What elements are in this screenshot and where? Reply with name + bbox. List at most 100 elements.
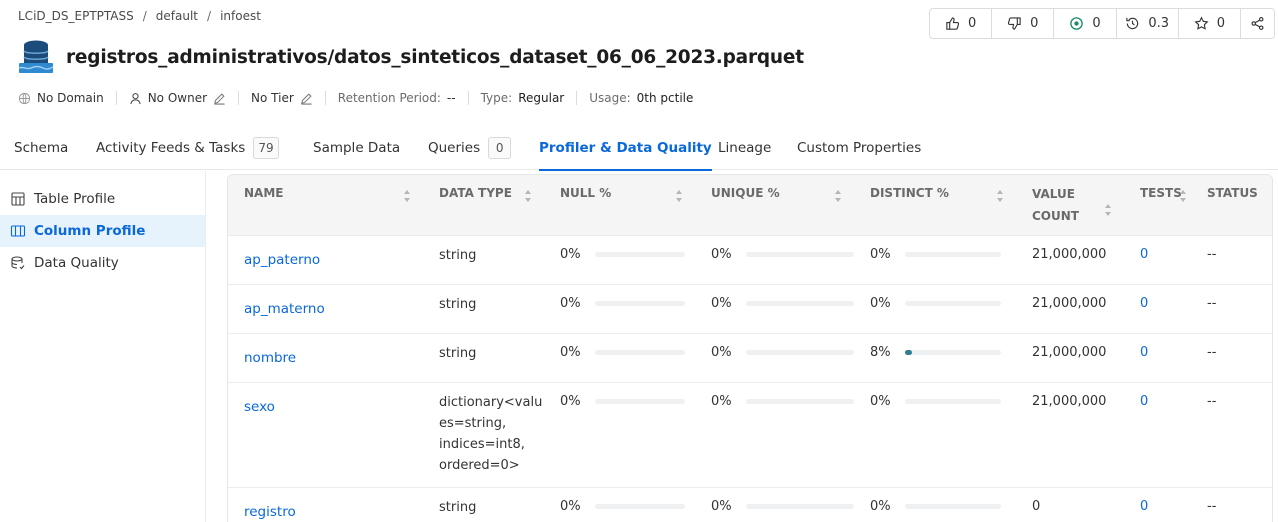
- usage-value: 0th pctile: [636, 91, 694, 105]
- thumbs-down-icon: [1008, 17, 1021, 30]
- status-cell: --: [1195, 381, 1272, 487]
- tab-label: Profiler & Data Quality: [539, 139, 712, 156]
- table-type: Type: Regular: [481, 91, 565, 105]
- column-name-link[interactable]: registro: [244, 504, 296, 520]
- status-cell: --: [1195, 234, 1272, 284]
- sort-icon[interactable]: [1104, 203, 1112, 217]
- tests-cell: 0: [1124, 486, 1195, 522]
- tier-selector[interactable]: No Tier: [251, 91, 313, 105]
- sidebar-item-data-quality[interactable]: Data Quality: [0, 247, 205, 279]
- null-percent: 0%: [560, 498, 581, 514]
- tests-count-link[interactable]: 0: [1140, 247, 1148, 262]
- share-icon: [1251, 17, 1264, 30]
- breadcrumb-separator: /: [142, 9, 147, 23]
- column-header-distinct[interactable]: DISTINCT %: [854, 175, 1016, 235]
- edit-owner-icon[interactable]: [213, 92, 226, 105]
- value-count-cell: 0: [1016, 486, 1124, 522]
- sidebar-item-label: Table Profile: [34, 191, 116, 207]
- sidebar-item-column-profile[interactable]: Column Profile: [0, 215, 205, 247]
- unique-cell: 0%: [695, 486, 854, 522]
- share-button[interactable]: [1241, 9, 1274, 38]
- sort-icon[interactable]: [403, 189, 411, 203]
- star-button[interactable]: 0: [1179, 9, 1242, 38]
- sort-icon[interactable]: [1179, 189, 1187, 203]
- divider: [324, 91, 326, 105]
- data-type-value: string: [439, 296, 477, 312]
- tests-cell: 0: [1124, 234, 1195, 284]
- tab-label: Lineage: [718, 139, 772, 156]
- dislike-button[interactable]: 0: [992, 9, 1055, 38]
- edit-tier-icon[interactable]: [300, 92, 313, 105]
- tests-count-link[interactable]: 0: [1140, 345, 1148, 360]
- sort-icon[interactable]: [524, 189, 532, 203]
- tab-label: Schema: [14, 139, 69, 156]
- domain-label: No Domain: [37, 91, 104, 105]
- history-icon: [1126, 17, 1139, 30]
- tab-schema[interactable]: Schema: [14, 125, 68, 170]
- divider: [238, 91, 240, 105]
- unique-progress-bar: [745, 398, 854, 404]
- null-percent: 0%: [560, 393, 581, 409]
- table-row: ap_paterno string 0% 0% 0% 21,000,000 0 …: [228, 234, 1272, 284]
- entity-actions: 0 0 0 0.3 0: [929, 8, 1275, 39]
- column-name-link[interactable]: ap_materno: [244, 301, 325, 317]
- divider: [576, 91, 578, 105]
- column-header-data-type[interactable]: DATA TYPE: [423, 175, 544, 235]
- tab-profiler-data-quality[interactable]: Profiler & Data Quality: [539, 125, 712, 171]
- distinct-cell: 0%: [854, 381, 1016, 487]
- column-header-value-count[interactable]: VALUE COUNT: [1016, 175, 1124, 235]
- sort-icon[interactable]: [996, 189, 1004, 203]
- distinct-progress-bar: [904, 349, 1001, 355]
- entity-meta: No Domain No Owner No Tier Retention Per…: [18, 91, 693, 105]
- tab-count-badge: 79: [253, 136, 279, 159]
- unique-progress-bar: [745, 300, 854, 306]
- column-name-link[interactable]: ap_paterno: [244, 252, 320, 268]
- column-header-unique[interactable]: UNIQUE %: [695, 175, 854, 235]
- null-cell: 0%: [544, 486, 695, 522]
- sidebar-item-table-profile[interactable]: Table Profile: [0, 183, 205, 215]
- column-header-status: STATUS: [1195, 175, 1272, 235]
- column-name-cell: ap_materno: [228, 283, 423, 333]
- column-header-name[interactable]: NAME: [228, 175, 423, 235]
- column-header-null[interactable]: NULL %: [544, 175, 695, 235]
- domain-icon: [18, 92, 31, 104]
- null-percent: 0%: [560, 344, 581, 360]
- column-name-link[interactable]: nombre: [244, 350, 296, 366]
- tests-count-link[interactable]: 0: [1140, 499, 1148, 514]
- value-count: 21,000,000: [1032, 246, 1107, 262]
- sort-icon[interactable]: [675, 189, 683, 203]
- data-type-cell: string: [423, 283, 544, 333]
- type-label: Type:: [480, 91, 513, 105]
- table-row: sexo dictionary<values=string, indices=i…: [228, 381, 1272, 487]
- null-cell: 0%: [544, 332, 695, 382]
- distinct-cell: 0%: [854, 234, 1016, 284]
- tab-activity-feeds[interactable]: Activity Feeds & Tasks 79: [96, 125, 279, 170]
- column-header-tests[interactable]: TESTS: [1124, 175, 1195, 235]
- tab-label: Activity Feeds & Tasks: [96, 139, 246, 156]
- status-value: --: [1207, 246, 1217, 262]
- tests-count-link[interactable]: 0: [1140, 296, 1148, 311]
- breadcrumb-item[interactable]: infoest: [220, 9, 261, 23]
- page-title: registros_administrativos/datos_sintetic…: [66, 47, 804, 68]
- version-button[interactable]: 0.3: [1117, 9, 1179, 38]
- owner-selector[interactable]: No Owner: [129, 91, 226, 105]
- unique-percent: 0%: [711, 246, 732, 262]
- follow-button[interactable]: 0: [1054, 9, 1117, 38]
- tab-custom-properties[interactable]: Custom Properties: [797, 125, 921, 170]
- tab-sample-data[interactable]: Sample Data: [313, 125, 400, 170]
- data-type-value: string: [439, 499, 477, 515]
- breadcrumb-item[interactable]: default: [156, 9, 198, 23]
- distinct-cell: 0%: [854, 283, 1016, 333]
- tests-count-link[interactable]: 0: [1140, 394, 1148, 409]
- table-header-row: NAME DATA TYPE NULL % UNIQUE % DISTINCT …: [228, 175, 1272, 235]
- column-name-link[interactable]: sexo: [244, 399, 275, 415]
- sort-icon[interactable]: [834, 189, 842, 203]
- tab-bar: Schema Activity Feeds & Tasks 79 Sample D…: [0, 125, 1278, 171]
- domain-selector[interactable]: No Domain: [18, 91, 104, 105]
- tab-lineage[interactable]: Lineage: [718, 125, 771, 170]
- like-button[interactable]: 0: [930, 9, 993, 38]
- breadcrumb-item[interactable]: LCiD_DS_EPTPTASS: [18, 9, 134, 23]
- distinct-cell: 0%: [854, 486, 1016, 522]
- tab-queries[interactable]: Queries 0: [428, 125, 512, 170]
- distinct-percent: 0%: [870, 246, 891, 262]
